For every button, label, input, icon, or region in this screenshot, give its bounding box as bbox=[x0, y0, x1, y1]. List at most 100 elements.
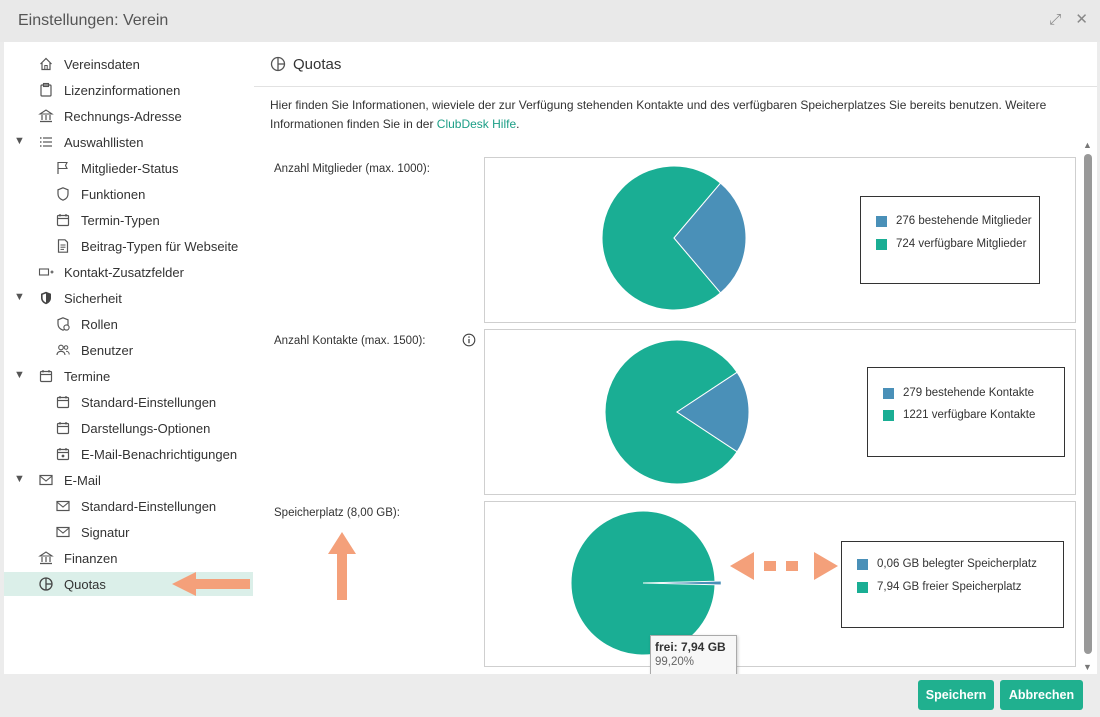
clipboard-icon bbox=[38, 82, 54, 98]
intro-text: Hier finden Sie Informationen, wieviele … bbox=[270, 96, 1070, 134]
sidebar-item-label: Rollen bbox=[81, 317, 118, 332]
calendar-icon bbox=[55, 212, 71, 228]
vertical-scrollbar[interactable]: ▲ ▼ bbox=[1081, 140, 1095, 672]
sidebar-item-label: Beitrag-Typen für Webseite bbox=[81, 239, 239, 254]
sidebar-item-label: Quotas bbox=[64, 577, 106, 592]
sidebar-item-label: Darstellungs-Optionen bbox=[81, 421, 211, 436]
home-icon bbox=[38, 56, 54, 72]
save-button[interactable]: Speichern bbox=[918, 680, 994, 710]
shield-filled-icon bbox=[38, 290, 54, 306]
sidebar-item-label: Lizenzinformationen bbox=[64, 83, 181, 98]
arrow-up-annotation bbox=[328, 532, 356, 600]
sidebar-item-termine-standard[interactable]: Standard-Einstellungen bbox=[4, 390, 253, 414]
calendar-icon bbox=[55, 394, 71, 410]
caret-down-icon[interactable]: ▼ bbox=[14, 135, 25, 147]
sidebar-item-lizenzinformationen[interactable]: Lizenzinformationen bbox=[4, 78, 253, 102]
sidebar-item-benutzer[interactable]: Benutzer bbox=[4, 338, 253, 362]
info-icon[interactable] bbox=[462, 333, 476, 347]
sidebar-item-label: Standard-Einstellungen bbox=[81, 395, 217, 410]
sidebar-item-rollen[interactable]: Rollen bbox=[4, 312, 253, 336]
intro-body: Hier finden Sie Informationen, wieviele … bbox=[270, 98, 1047, 131]
legend-label: 279 bestehende Kontakte bbox=[903, 387, 1035, 399]
sidebar-item-label: Mitglieder-Status bbox=[81, 161, 179, 176]
sidebar-item-email-benachrichtigungen[interactable]: E-Mail-Benachrichtigungen bbox=[4, 442, 253, 466]
flag-icon bbox=[55, 160, 71, 176]
sidebar-item-rechnungs-adresse[interactable]: Rechnungs-Adresse bbox=[4, 104, 253, 128]
contacts-legend: 279 bestehende Kontakte 1221 verfügbare … bbox=[867, 367, 1065, 457]
help-link[interactable]: ClubDesk Hilfe bbox=[437, 117, 516, 131]
contacts-panel: 279 bestehende Kontakte 1221 verfügbare … bbox=[484, 329, 1076, 495]
bank-icon bbox=[38, 108, 54, 124]
expand-icon[interactable]: ⤢ bbox=[1049, 11, 1061, 28]
caret-down-icon[interactable]: ▼ bbox=[14, 369, 25, 381]
chart-tooltip: frei: 7,94 GB 99,20% bbox=[650, 635, 737, 677]
sidebar-item-darstellungs-optionen[interactable]: Darstellungs-Optionen bbox=[4, 416, 253, 440]
sidebar-item-funktionen[interactable]: Funktionen bbox=[4, 182, 253, 206]
sidebar-item-label: E-Mail bbox=[64, 473, 101, 488]
sidebar-item-label: Benutzer bbox=[81, 343, 134, 358]
scroll-down-icon[interactable]: ▼ bbox=[1083, 662, 1092, 672]
list-icon bbox=[38, 134, 54, 150]
sidebar-item-label: Finanzen bbox=[64, 551, 118, 566]
main-content: Quotas Hier finden Sie Informationen, wi… bbox=[254, 42, 1097, 677]
sidebar-item-kontakt-zusatzfelder[interactable]: Kontakt-Zusatzfelder bbox=[4, 260, 253, 284]
sidebar-item-email-standard[interactable]: Standard-Einstellungen bbox=[4, 494, 253, 518]
users-icon bbox=[55, 342, 71, 358]
scrollbar-thumb[interactable] bbox=[1084, 154, 1092, 654]
legend-label: 1221 verfügbare Kontakte bbox=[903, 409, 1036, 421]
sidebar-item-beitrag-typen[interactable]: Beitrag-Typen für Webseite bbox=[4, 234, 253, 258]
members-panel: 276 bestehende Mitglieder 724 verfügbare… bbox=[484, 157, 1076, 323]
legend-swatch-used bbox=[883, 388, 894, 399]
sidebar-item-termine[interactable]: ▼ Termine bbox=[4, 364, 253, 388]
legend-swatch-free bbox=[883, 410, 894, 421]
document-icon bbox=[55, 238, 71, 254]
calendar-bell-icon bbox=[55, 446, 71, 462]
mail-icon bbox=[38, 472, 54, 488]
caret-down-icon[interactable]: ▼ bbox=[14, 291, 25, 303]
close-icon[interactable]: ✕ bbox=[1075, 11, 1088, 28]
sidebar-item-auswahllisten[interactable]: ▼ Auswahllisten bbox=[4, 130, 253, 154]
page-header: Quotas bbox=[254, 42, 1097, 87]
sidebar-item-termin-typen[interactable]: Termin-Typen bbox=[4, 208, 253, 232]
storage-label: Speicherplatz (8,00 GB): bbox=[274, 507, 400, 519]
storage-legend: 0,06 GB belegter Speicherplatz 7,94 GB f… bbox=[841, 541, 1064, 628]
sidebar-item-sicherheit[interactable]: ▼ Sicherheit bbox=[4, 286, 253, 310]
scroll-up-icon[interactable]: ▲ bbox=[1083, 140, 1092, 150]
arrow-double-annotation bbox=[730, 552, 838, 580]
shield-outline-icon bbox=[55, 186, 71, 202]
legend-label: 724 verfügbare Mitglieder bbox=[896, 238, 1027, 250]
window-title: Einstellungen: Verein bbox=[18, 12, 169, 29]
pie-icon bbox=[38, 576, 54, 592]
pie-icon bbox=[270, 56, 286, 72]
mail-icon bbox=[55, 524, 71, 540]
members-label: Anzahl Mitglieder (max. 1000): bbox=[274, 163, 430, 175]
legend-label: 276 bestehende Mitglieder bbox=[896, 215, 1032, 227]
sidebar-item-signatur[interactable]: Signatur bbox=[4, 520, 253, 544]
calendar-icon bbox=[55, 420, 71, 436]
sidebar-item-label: Standard-Einstellungen bbox=[81, 499, 217, 514]
cancel-button[interactable]: Abbrechen bbox=[1000, 680, 1083, 710]
legend-swatch-used bbox=[857, 559, 868, 570]
sidebar-item-label: Rechnungs-Adresse bbox=[64, 109, 182, 124]
field-add-icon bbox=[38, 264, 54, 280]
sidebar-item-label: Termin-Typen bbox=[81, 213, 160, 228]
sidebar-item-vereinsdaten[interactable]: Vereinsdaten bbox=[4, 52, 253, 76]
sidebar-item-label: Funktionen bbox=[81, 187, 146, 202]
sidebar-item-label: E-Mail-Benachrichtigungen bbox=[81, 447, 238, 462]
storage-panel: 0,06 GB belegter Speicherplatz 7,94 GB f… bbox=[484, 501, 1076, 667]
legend-label: 7,94 GB freier Speicherplatz bbox=[877, 581, 1022, 593]
caret-down-icon[interactable]: ▼ bbox=[14, 473, 25, 485]
sidebar-item-mitglieder-status[interactable]: Mitglieder-Status bbox=[4, 156, 253, 180]
mail-icon bbox=[55, 498, 71, 514]
bank-icon bbox=[38, 550, 54, 566]
legend-swatch-used bbox=[876, 216, 887, 227]
sidebar-item-label: Signatur bbox=[81, 525, 130, 540]
window-buttons: ⤢ ✕ bbox=[1039, 10, 1088, 28]
legend-label: 0,06 GB belegter Speicherplatz bbox=[877, 558, 1037, 570]
intro-end: . bbox=[516, 117, 520, 131]
page-title: Quotas bbox=[293, 56, 342, 73]
members-legend: 276 bestehende Mitglieder 724 verfügbare… bbox=[860, 196, 1040, 284]
sidebar-item-label: Sicherheit bbox=[64, 291, 122, 306]
sidebar-nav: Vereinsdaten Lizenzinformationen Rechnungs… bbox=[4, 42, 254, 714]
sidebar-item-email[interactable]: ▼ E-Mail bbox=[4, 468, 253, 492]
